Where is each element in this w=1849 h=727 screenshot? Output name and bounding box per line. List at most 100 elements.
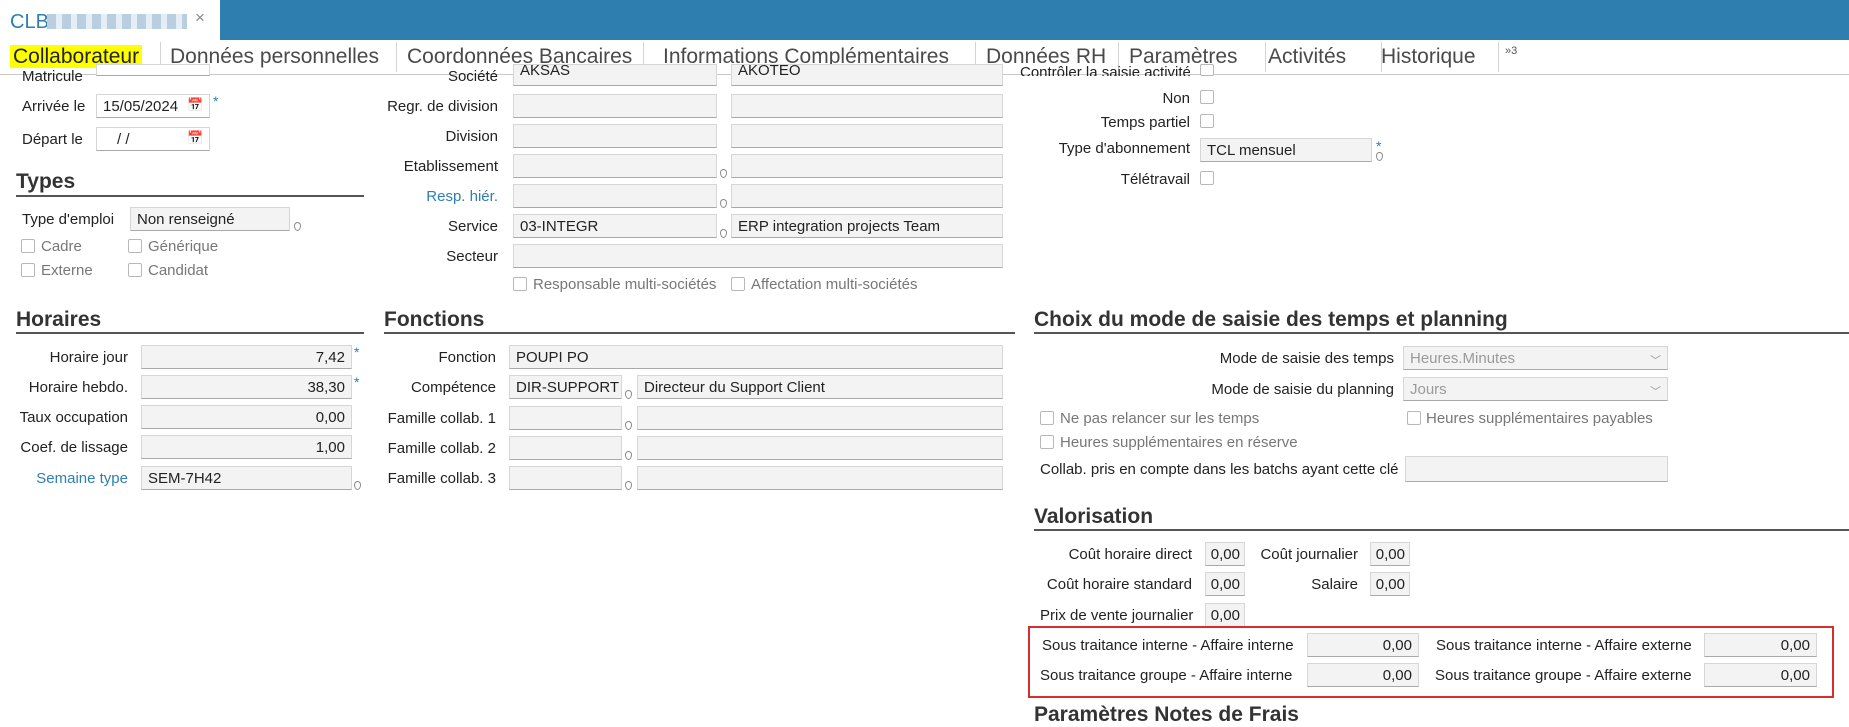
required-asterisk: * [354, 374, 360, 390]
cout-horaire-direct-label: Coût horaire direct [1068, 546, 1192, 563]
cout-journalier-field[interactable]: 0,00 [1370, 542, 1410, 566]
famille-collab-2-label: Famille collab. 2 [387, 440, 496, 457]
famille-collab-1-code-field[interactable] [509, 406, 622, 430]
coef-lissage-label: Coef. de lissage [20, 439, 128, 456]
externe-checkbox[interactable] [21, 263, 35, 277]
matricule-field[interactable] [96, 64, 210, 76]
famille-collab-1-label: Famille collab. 1 [387, 410, 496, 427]
lookup-icon[interactable] [1376, 152, 1383, 161]
lookup-icon[interactable] [720, 169, 727, 178]
candidat-checkbox[interactable] [128, 263, 142, 277]
famille-collab-2-name-field[interactable] [637, 436, 1003, 460]
sti-ai-field[interactable]: 0,00 [1307, 633, 1419, 657]
stg-ae-field[interactable]: 0,00 [1704, 663, 1817, 687]
service-label: Service [447, 218, 498, 235]
notes-frais-section-title: Paramètres Notes de Frais [1034, 703, 1299, 726]
mode-saisie-planning-label: Mode de saisie du planning [1211, 381, 1394, 398]
mode-saisie-planning-select[interactable]: Jours [1403, 377, 1668, 401]
controler-saisie-checkbox[interactable] [1200, 64, 1214, 76]
cadre-checkbox[interactable] [21, 239, 35, 253]
division-name-field[interactable] [731, 124, 1003, 148]
horaire-jour-field[interactable]: 7,42 [141, 345, 352, 369]
mode-saisie-temps-select[interactable]: Heures.Minutes [1403, 346, 1668, 370]
chevron-down-icon[interactable]: ﹀ [1650, 352, 1661, 368]
semaine-type-link[interactable]: Semaine type [18, 470, 128, 487]
relancer-checkbox[interactable] [1040, 411, 1054, 425]
batch-cle-field[interactable] [1405, 456, 1668, 482]
salaire-field[interactable]: 0,00 [1370, 572, 1410, 596]
lookup-icon[interactable] [720, 229, 727, 238]
cadre-label: Cadre [41, 238, 82, 255]
affect-multi-checkbox[interactable] [731, 277, 745, 291]
resp-hier-name-field[interactable] [731, 184, 1003, 208]
resp-multi-checkbox[interactable] [513, 277, 527, 291]
calendar-icon[interactable]: 📅 [187, 97, 203, 113]
lookup-icon[interactable] [720, 199, 727, 208]
sti-ae-field[interactable]: 0,00 [1704, 633, 1817, 657]
competence-code-field[interactable]: DIR-SUPPORT [509, 375, 622, 399]
division-code-field[interactable] [513, 124, 717, 148]
heures-payables-checkbox[interactable] [1407, 411, 1421, 425]
coef-lissage-field[interactable]: 1,00 [141, 435, 352, 459]
calendar-icon[interactable]: 📅 [187, 130, 203, 146]
types-divider [16, 195, 364, 197]
cout-horaire-direct-field[interactable]: 0,00 [1205, 542, 1245, 566]
service-code-field[interactable]: 03-INTEGR [513, 214, 717, 238]
secteur-field[interactable] [513, 244, 1003, 268]
prix-vente-journalier-label: Prix de vente journalier [1040, 607, 1194, 624]
lookup-icon[interactable] [294, 222, 301, 231]
fonctions-section-title: Fonctions [384, 308, 485, 331]
etablissement-code-field[interactable] [513, 154, 717, 178]
famille-collab-3-code-field[interactable] [509, 466, 622, 490]
heures-reserve-checkbox[interactable] [1040, 435, 1054, 449]
competence-name-field[interactable]: Directeur du Support Client [637, 375, 1003, 399]
cout-horaire-standard-field[interactable]: 0,00 [1205, 572, 1245, 596]
lookup-icon[interactable] [625, 390, 632, 399]
teletravail-checkbox[interactable] [1200, 171, 1214, 185]
chevron-down-icon[interactable]: ﹀ [1650, 383, 1661, 399]
non-checkbox[interactable] [1200, 90, 1214, 104]
famille-collab-1-name-field[interactable] [637, 406, 1003, 430]
secteur-label: Secteur [446, 248, 498, 265]
temps-partiel-checkbox[interactable] [1200, 114, 1214, 128]
abonnement-label: Type d'abonnement [1058, 140, 1190, 157]
resp-hier-link[interactable]: Resp. hiér. [380, 188, 498, 205]
tab-historique[interactable]: Historique [1371, 42, 1499, 72]
depart-label: Départ le [22, 131, 83, 148]
saisie-divider [1034, 332, 1849, 334]
close-icon[interactable]: × [195, 8, 205, 28]
generique-checkbox[interactable] [128, 239, 142, 253]
tabs-overflow-button[interactable]: »3 [1495, 44, 1525, 74]
competence-label: Compétence [410, 379, 496, 396]
lookup-icon[interactable] [625, 451, 632, 460]
tab-activites[interactable]: Activités [1258, 42, 1382, 72]
title-bar [0, 0, 1849, 40]
fonction-field[interactable]: POUPI PO [509, 345, 1003, 369]
candidat-label: Candidat [148, 262, 209, 279]
societe-name-field[interactable]: AKOTEO [731, 64, 1003, 86]
resp-hier-code-field[interactable] [513, 184, 717, 208]
lookup-icon[interactable] [625, 421, 632, 430]
horaire-hebdo-label: Horaire hebdo. [28, 379, 128, 396]
document-tab[interactable]: CLB × [0, 0, 220, 40]
heures-reserve-label: Heures supplémentaires en réserve [1060, 434, 1298, 451]
cout-journalier-label: Coût journalier [1260, 546, 1358, 563]
regr-division-code-field[interactable] [513, 94, 717, 118]
service-name-field[interactable]: ERP integration projects Team [731, 214, 1003, 238]
saisie-section-title: Choix du mode de saisie des temps et pla… [1034, 308, 1508, 331]
stg-ai-field[interactable]: 0,00 [1307, 663, 1419, 687]
lookup-icon[interactable] [625, 481, 632, 490]
taux-occupation-field[interactable]: 0,00 [141, 405, 352, 429]
lookup-icon[interactable] [354, 481, 361, 490]
famille-collab-2-code-field[interactable] [509, 436, 622, 460]
prix-vente-journalier-field[interactable]: 0,00 [1205, 603, 1245, 627]
societe-code-field[interactable]: AKSAS [513, 64, 717, 86]
horaire-hebdo-field[interactable]: 38,30 [141, 375, 352, 399]
abonnement-field[interactable]: TCL mensuel [1200, 138, 1372, 162]
famille-collab-3-name-field[interactable] [637, 466, 1003, 490]
etablissement-name-field[interactable] [731, 154, 1003, 178]
horaire-jour-label: Horaire jour [49, 349, 128, 366]
semaine-type-field[interactable]: SEM-7H42 [141, 466, 352, 490]
regr-division-name-field[interactable] [731, 94, 1003, 118]
type-emploi-field[interactable]: Non renseigné [130, 207, 290, 231]
